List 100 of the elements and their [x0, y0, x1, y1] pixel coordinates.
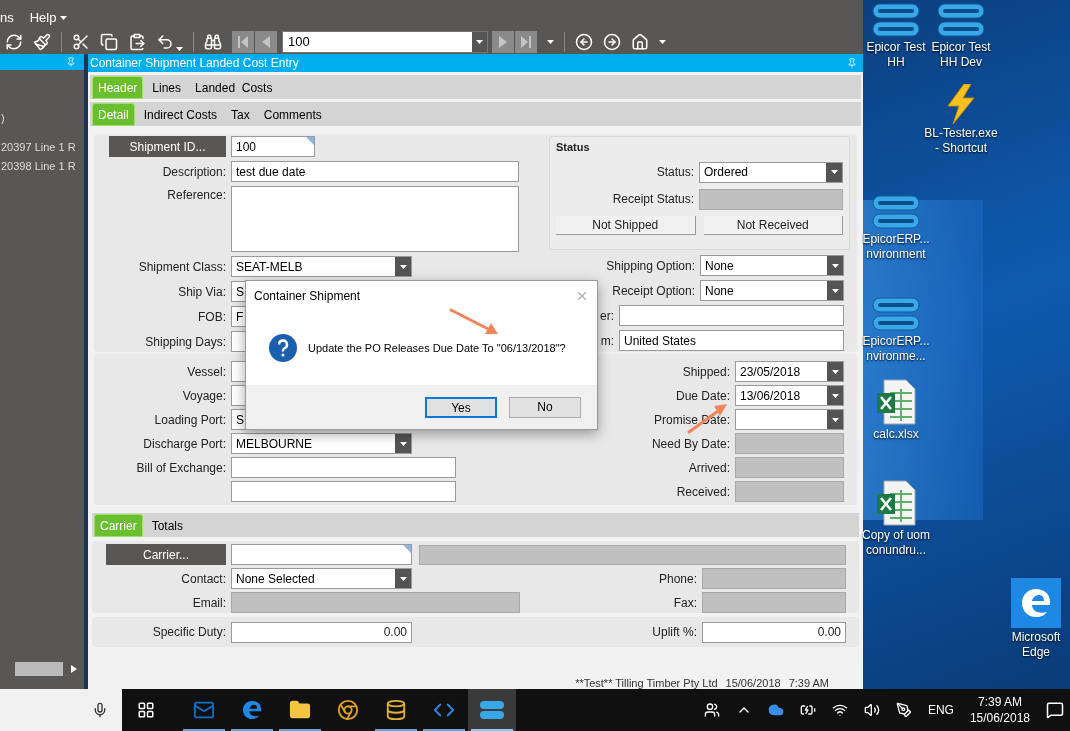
people-icon[interactable]: [703, 702, 720, 718]
dialog-button[interactable]: Yes: [425, 396, 497, 418]
paste-icon[interactable]: [128, 33, 146, 51]
record-dropdown[interactable]: 100: [282, 31, 488, 53]
scrollbar-thumb[interactable]: [15, 662, 63, 676]
search-icon[interactable]: [204, 33, 222, 51]
mail-icon: [193, 699, 215, 721]
dropdown-field[interactable]: None Selected: [231, 568, 412, 589]
field-label: Shipped:: [682, 364, 730, 379]
field-label: Shipment Class:: [138, 259, 226, 274]
status-bar-text: **Test** Tilling Timber Pty Ltd: [575, 676, 718, 689]
input-field[interactable]: [619, 305, 844, 326]
microphone-icon[interactable]: [92, 702, 108, 718]
field-label: Arrived:: [688, 460, 730, 475]
caret-icon: [399, 441, 407, 446]
desktop-icon-label[interactable]: EpicorERP... nvironment: [858, 232, 934, 262]
home-icon[interactable]: [631, 33, 649, 51]
cut-icon[interactable]: [72, 33, 90, 51]
number-field[interactable]: 0.00: [231, 621, 412, 643]
desktop-icon-label[interactable]: EpicorERP... nvironme...: [858, 334, 934, 364]
caret-icon: [831, 288, 839, 293]
cloud-icon[interactable]: [767, 702, 784, 718]
menu-item[interactable]: ns: [0, 8, 14, 28]
left-triangle-icon: [237, 35, 249, 49]
input-field[interactable]: [231, 481, 456, 502]
left-triangle-icon: [260, 35, 272, 49]
language-indicator[interactable]: ENG: [927, 701, 954, 719]
field-label: Loading Port:: [154, 412, 226, 427]
server-stack-icon: [872, 296, 920, 332]
field-label: Vessel:: [187, 364, 226, 379]
tab[interactable]: Comments: [258, 103, 327, 126]
scroll-right-icon[interactable]: [71, 665, 77, 673]
refresh-icon[interactable]: [5, 33, 23, 51]
volume-icon[interactable]: [863, 702, 880, 718]
status-button[interactable]: Not Received: [703, 215, 843, 235]
task-view-icon[interactable]: [137, 701, 155, 719]
input-field[interactable]: United States: [619, 330, 844, 351]
input-field[interactable]: [231, 544, 412, 565]
dropdown-field[interactable]: SEAT-MELB: [231, 256, 412, 277]
forward-icon[interactable]: [603, 33, 621, 51]
input-field[interactable]: 100: [231, 136, 315, 157]
input-field[interactable]: [231, 457, 456, 478]
field-label: Received:: [676, 484, 730, 499]
spreadsheet-file-icon: [876, 379, 916, 425]
field-label: Phone:: [658, 571, 697, 586]
notification-icon[interactable]: [1046, 701, 1064, 719]
caret-icon: [830, 170, 838, 174]
brush-icon[interactable]: [33, 33, 51, 51]
caret-icon: [399, 576, 407, 581]
status-button[interactable]: Not Shipped: [556, 215, 696, 235]
tab[interactable]: Landed Costs: [190, 76, 278, 99]
field-label: Due Date:: [675, 388, 730, 403]
caret-icon: [831, 369, 839, 374]
server-stack-icon: [479, 700, 505, 720]
server-stack-icon: [872, 2, 920, 38]
shipment-id-button[interactable]: Shipment ID...: [109, 136, 226, 157]
clock[interactable]: 7:39 AM 15/06/2018: [969, 694, 1030, 726]
tab[interactable]: Tax: [226, 103, 255, 126]
desktop-icon-label[interactable]: BL-Tester.exe - Shortcut: [923, 126, 999, 156]
annotation-arrow: [449, 308, 498, 334]
tab[interactable]: Lines: [147, 76, 187, 99]
tree-item[interactable]: 20397 Line 1 R: [1, 138, 84, 155]
desktop-icon-label[interactable]: calc.xlsx: [858, 427, 934, 442]
menu-item[interactable]: Help: [29, 8, 57, 28]
field-label: Shipping Option:: [606, 258, 695, 273]
field-label: m:: [600, 333, 614, 348]
back-icon[interactable]: [575, 33, 593, 51]
field-label: Receipt Option:: [612, 283, 695, 298]
dropdown-field[interactable]: None: [700, 255, 844, 276]
field-label: FOB:: [198, 309, 226, 324]
caret-icon: [547, 40, 554, 44]
dropdown-field[interactable]: None: [700, 280, 844, 301]
dropdown-field[interactable]: MELBOURNE: [231, 433, 412, 454]
date-picker[interactable]: [735, 409, 844, 430]
caret-icon: [659, 40, 666, 44]
number-field[interactable]: 0.00: [702, 621, 846, 643]
pen-icon[interactable]: [895, 702, 912, 718]
field-label: Uplift %:: [652, 625, 697, 639]
database-icon: [385, 699, 407, 721]
text-area[interactable]: [231, 186, 519, 252]
date-picker[interactable]: 13/06/2018: [735, 385, 844, 406]
dialog-button[interactable]: No: [509, 396, 581, 418]
input-field[interactable]: test due date: [231, 161, 519, 182]
lightning-bolt-icon: [944, 84, 978, 124]
tab[interactable]: Indirect Costs: [138, 103, 223, 126]
dropdown-field[interactable]: Ordered: [699, 161, 843, 183]
field-label: Discharge Port:: [143, 436, 226, 451]
desktop-icon-label[interactable]: Microsoft Edge: [998, 630, 1070, 660]
tab[interactable]: Totals: [146, 514, 189, 537]
carrier-button[interactable]: Carrier...: [106, 544, 226, 565]
battery-icon[interactable]: [799, 702, 816, 718]
date-picker[interactable]: 23/05/2018: [735, 361, 844, 382]
field-label: Email:: [192, 595, 226, 610]
spreadsheet-file-icon: [876, 480, 916, 526]
undo-icon[interactable]: [156, 33, 174, 51]
status-bar-text: 15/06/2018: [725, 676, 781, 689]
taskbar-app[interactable]: [468, 689, 516, 731]
tree-item[interactable]: 20398 Line 1 R: [1, 158, 84, 175]
wifi-icon[interactable]: [831, 702, 848, 718]
copy-icon[interactable]: [100, 33, 118, 51]
